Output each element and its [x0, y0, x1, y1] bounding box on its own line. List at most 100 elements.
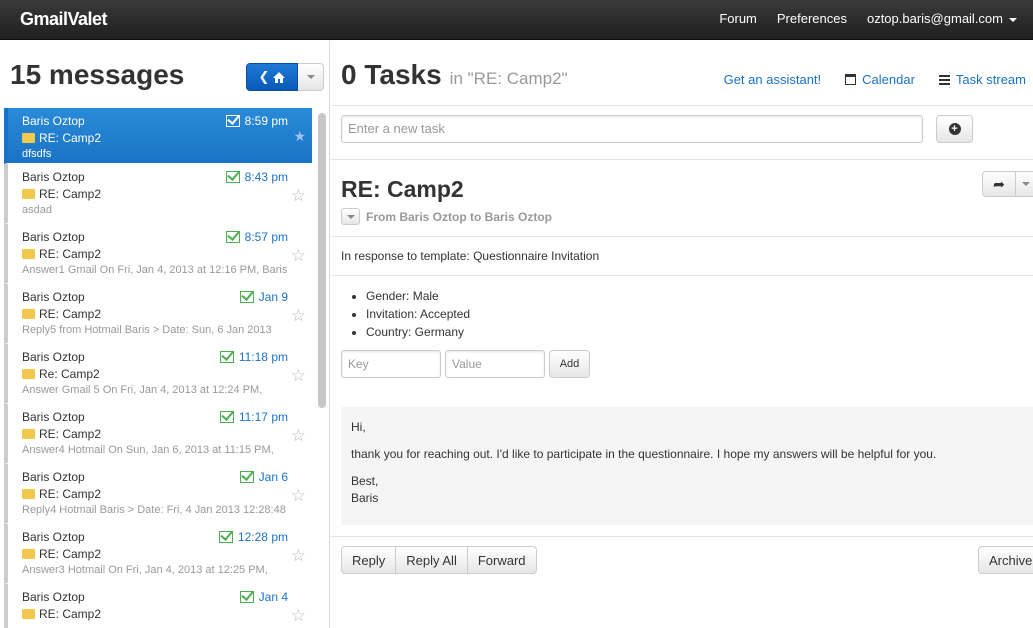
home-dropdown-button[interactable] — [298, 63, 324, 91]
checkbox-checked-icon[interactable] — [219, 351, 234, 363]
reply-button[interactable]: Reply — [341, 546, 397, 574]
star-icon[interactable]: ☆ — [291, 366, 306, 386]
key-input[interactable]: Key — [341, 350, 441, 378]
divider — [331, 275, 1033, 276]
checkbox-checked-icon[interactable] — [239, 591, 254, 603]
brand-logo[interactable]: GmailValet — [20, 9, 108, 30]
message-list: Baris Oztop RE: Camp2 dfsdfs 8:59 pm ★ B… — [4, 108, 312, 628]
key-value-form: Key Value Add — [341, 350, 590, 378]
new-task-input[interactable]: Enter a new task — [341, 115, 923, 143]
account-menu[interactable]: oztop.baris@gmail.com — [867, 11, 1017, 26]
list-icon — [938, 74, 950, 85]
message-subject-row: RE: Camp2 — [22, 247, 312, 261]
message-item[interactable]: Baris Oztop Re: Camp2 Answer Gmail 5 On … — [4, 344, 312, 404]
calendar-link[interactable]: Calendar — [845, 72, 915, 87]
message-subject-row: RE: Camp2 — [22, 131, 312, 145]
email-signature: Baris — [351, 491, 379, 505]
message-subject: RE: Camp2 — [39, 427, 102, 441]
divider — [331, 536, 1033, 537]
message-time-row: Jan 4 — [239, 590, 288, 604]
email-body: Hi, thank you for reaching out. I'd like… — [341, 407, 1033, 525]
email-subject: RE: Camp2 — [341, 176, 464, 202]
message-time: 8:43 pm — [244, 170, 288, 184]
folder-icon — [22, 309, 35, 319]
reply-all-button[interactable]: Reply All — [396, 546, 468, 574]
message-item[interactable]: Baris Oztop RE: Camp2 Answer4 Hotmail On… — [4, 404, 312, 464]
star-icon[interactable]: ☆ — [291, 606, 306, 626]
task-stream-label: Task stream — [955, 72, 1026, 87]
divider — [331, 159, 1033, 160]
star-icon[interactable]: ☆ — [291, 246, 306, 266]
message-time: 12:28 pm — [237, 530, 288, 544]
forward-button[interactable]: ➦ — [982, 171, 1016, 197]
archive-button[interactable]: Archive — [978, 546, 1033, 574]
forward-dropdown-button[interactable] — [1016, 171, 1033, 197]
star-icon[interactable]: ☆ — [291, 186, 306, 206]
message-subject: RE: Camp2 — [39, 547, 102, 561]
message-item[interactable]: Baris Oztop RE: Camp2 dfsdfs 8:59 pm ★ — [4, 108, 312, 164]
star-icon[interactable]: ☆ — [291, 426, 306, 446]
nav-links: Forum Preferences oztop.baris@gmail.com — [719, 11, 1017, 26]
chevron-down-icon — [1021, 182, 1030, 186]
divider — [331, 236, 1033, 237]
message-time-row: Jan 6 — [239, 470, 288, 484]
message-time-row: 8:57 pm — [225, 230, 288, 244]
email-text: thank you for reaching out. I'd like to … — [351, 447, 937, 461]
message-pane: 15 messages ❮ Baris Oztop RE: Camp2 dfsd… — [0, 41, 330, 628]
folder-icon — [22, 189, 35, 199]
folder-icon — [22, 249, 35, 259]
message-item[interactable]: Baris Oztop RE: Camp2 Answer1 Gmail On F… — [4, 224, 312, 284]
reply-actions: Reply Reply All Forward — [341, 546, 537, 574]
message-item[interactable]: Baris Oztop RE: Camp2 Answer3 Hotmail On… — [4, 524, 312, 584]
message-snippet: dfsdfs — [22, 148, 52, 160]
message-subject-row: Re: Camp2 — [22, 367, 312, 381]
message-list-scrollbar[interactable] — [318, 113, 326, 408]
star-icon[interactable]: ☆ — [291, 306, 306, 326]
checkbox-checked-icon[interactable] — [239, 471, 254, 483]
checkbox-checked-icon[interactable] — [218, 531, 233, 543]
star-icon[interactable]: ★ — [293, 128, 306, 145]
checkbox-checked-icon[interactable] — [225, 115, 240, 127]
message-subject: RE: Camp2 — [39, 247, 102, 261]
add-task-button[interactable]: + — [936, 115, 973, 143]
message-time: Jan 4 — [258, 590, 288, 604]
get-assistant-link[interactable]: Get an assistant! — [724, 72, 822, 87]
checkbox-checked-icon[interactable] — [219, 411, 234, 423]
task-stream-link[interactable]: Task stream — [938, 72, 1026, 87]
checkbox-checked-icon[interactable] — [225, 171, 240, 183]
preferences-link[interactable]: Preferences — [777, 11, 847, 26]
star-icon[interactable]: ☆ — [291, 546, 306, 566]
message-subject: RE: Camp2 — [39, 607, 102, 621]
message-time-row: 11:17 pm — [219, 410, 288, 424]
message-snippet: Answer1 Gmail On Fri, Jan 4, 2013 at 12:… — [22, 264, 288, 276]
message-item[interactable]: Baris Oztop RE: Camp2 Reply5 from Hotmai… — [4, 284, 312, 344]
share-arrow-icon: ➦ — [993, 175, 1005, 192]
message-subject: RE: Camp2 — [39, 131, 102, 145]
message-subject-row: RE: Camp2 — [22, 307, 312, 321]
from-row: From Baris Oztop to Baris Oztop — [341, 208, 552, 225]
message-item[interactable]: Baris Oztop RE: Camp2 asdad 8:43 pm ☆ — [4, 164, 312, 224]
detail-pane: 0 Tasks in "RE: Camp2" Get an assistant!… — [331, 41, 1033, 628]
checkbox-checked-icon[interactable] — [225, 231, 240, 243]
message-time: 8:57 pm — [244, 230, 288, 244]
top-navbar: GmailValet Forum Preferences oztop.baris… — [0, 0, 1033, 40]
message-count-title: 15 messages — [10, 59, 185, 90]
back-home-button[interactable]: ❮ — [246, 63, 298, 91]
message-subject-row: RE: Camp2 — [22, 547, 312, 561]
plus-icon: + — [948, 123, 961, 135]
divider — [331, 105, 1033, 106]
property-item: Gender: Male — [366, 287, 470, 305]
forward-text-button[interactable]: Forward — [467, 546, 537, 574]
task-links: Get an assistant! Calendar Task stream — [724, 72, 1026, 87]
details-dropdown-button[interactable] — [341, 208, 360, 225]
message-item[interactable]: Baris Oztop RE: Camp2 Jan 4 ☆ — [4, 584, 312, 628]
message-subject-row: RE: Camp2 — [22, 607, 312, 621]
checkbox-checked-icon[interactable] — [239, 291, 254, 303]
message-item[interactable]: Baris Oztop RE: Camp2 Reply4 Hotmail Bar… — [4, 464, 312, 524]
message-time-row: 11:18 pm — [219, 350, 288, 364]
message-time-row: Jan 9 — [239, 290, 288, 304]
add-property-button[interactable]: Add — [549, 350, 590, 378]
value-input[interactable]: Value — [445, 350, 545, 378]
forum-link[interactable]: Forum — [719, 11, 757, 26]
star-icon[interactable]: ☆ — [291, 486, 306, 506]
